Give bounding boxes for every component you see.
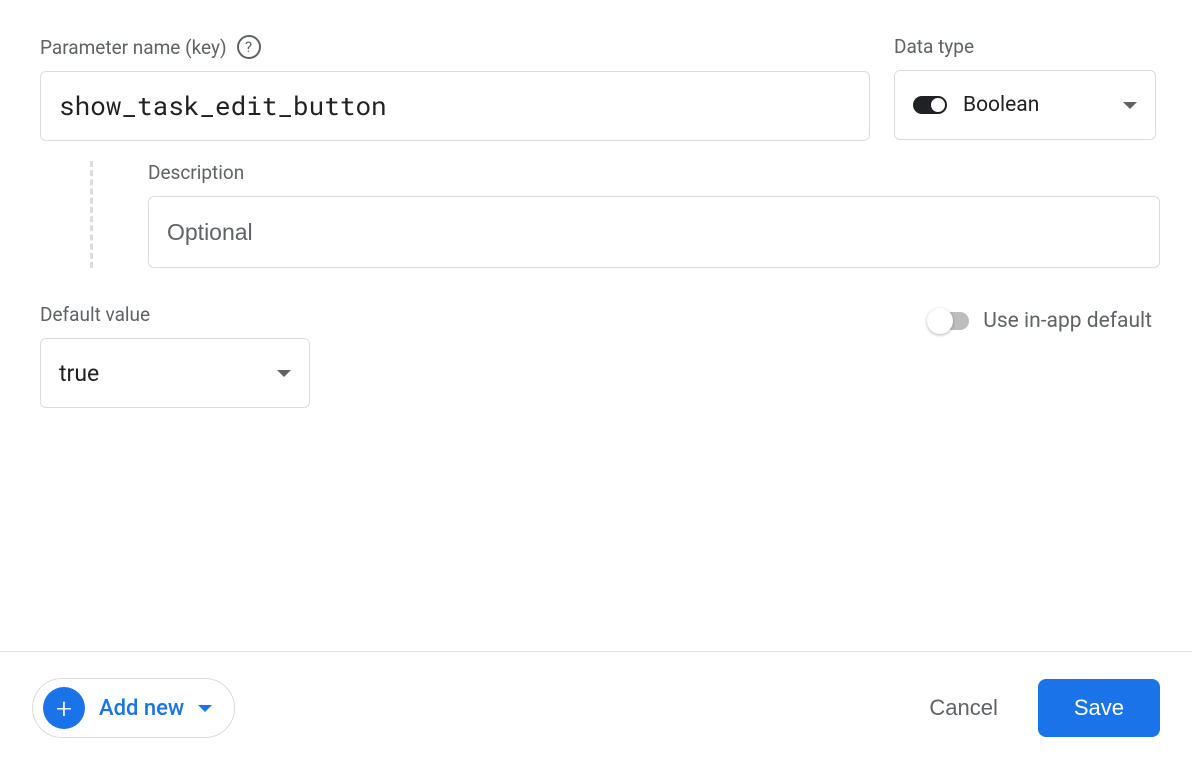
add-new-button[interactable]: + Add new bbox=[32, 678, 235, 738]
parameter-name-input[interactable] bbox=[40, 71, 870, 141]
default-value-label-text: Default value bbox=[40, 303, 150, 326]
data-type-label: Data type bbox=[894, 35, 1156, 58]
tree-connector bbox=[90, 161, 93, 268]
chevron-down-icon bbox=[277, 370, 291, 377]
description-section: Description bbox=[40, 161, 1152, 268]
data-type-select[interactable]: Boolean bbox=[894, 70, 1156, 140]
toggle-thumb bbox=[927, 308, 953, 334]
inapp-default-label: Use in-app default bbox=[983, 309, 1152, 333]
description-label: Description bbox=[148, 161, 1160, 184]
cancel-button[interactable]: Cancel bbox=[929, 695, 997, 721]
parameter-name-group: Parameter name (key) ? bbox=[40, 35, 870, 141]
parameter-name-label: Parameter name (key) ? bbox=[40, 35, 870, 59]
description-input[interactable] bbox=[148, 196, 1160, 268]
description-label-text: Description bbox=[148, 161, 244, 184]
data-type-label-text: Data type bbox=[894, 35, 974, 58]
add-new-label: Add new bbox=[99, 696, 184, 721]
chevron-down-icon bbox=[1123, 102, 1137, 109]
boolean-toggle-icon bbox=[913, 95, 947, 115]
save-button[interactable]: Save bbox=[1038, 679, 1160, 737]
default-value-select[interactable]: true bbox=[40, 338, 310, 408]
description-group: Description bbox=[148, 161, 1160, 268]
default-value-section: Default value true Use in-app default bbox=[40, 303, 1152, 408]
help-icon[interactable]: ? bbox=[237, 35, 261, 59]
data-type-selected: Boolean bbox=[963, 93, 1107, 117]
default-value-selected: true bbox=[59, 360, 99, 387]
chevron-down-icon bbox=[198, 705, 212, 712]
parameter-name-label-text: Parameter name (key) bbox=[40, 36, 227, 59]
default-value-label: Default value bbox=[40, 303, 310, 326]
plus-icon: + bbox=[43, 687, 85, 729]
footer: + Add new Cancel Save bbox=[0, 651, 1192, 764]
footer-actions: Cancel Save bbox=[929, 679, 1160, 737]
inapp-default-group: Use in-app default bbox=[929, 309, 1152, 333]
default-value-group: Default value true bbox=[40, 303, 310, 408]
inapp-default-toggle[interactable] bbox=[929, 312, 969, 330]
data-type-group: Data type Boolean bbox=[894, 35, 1156, 141]
